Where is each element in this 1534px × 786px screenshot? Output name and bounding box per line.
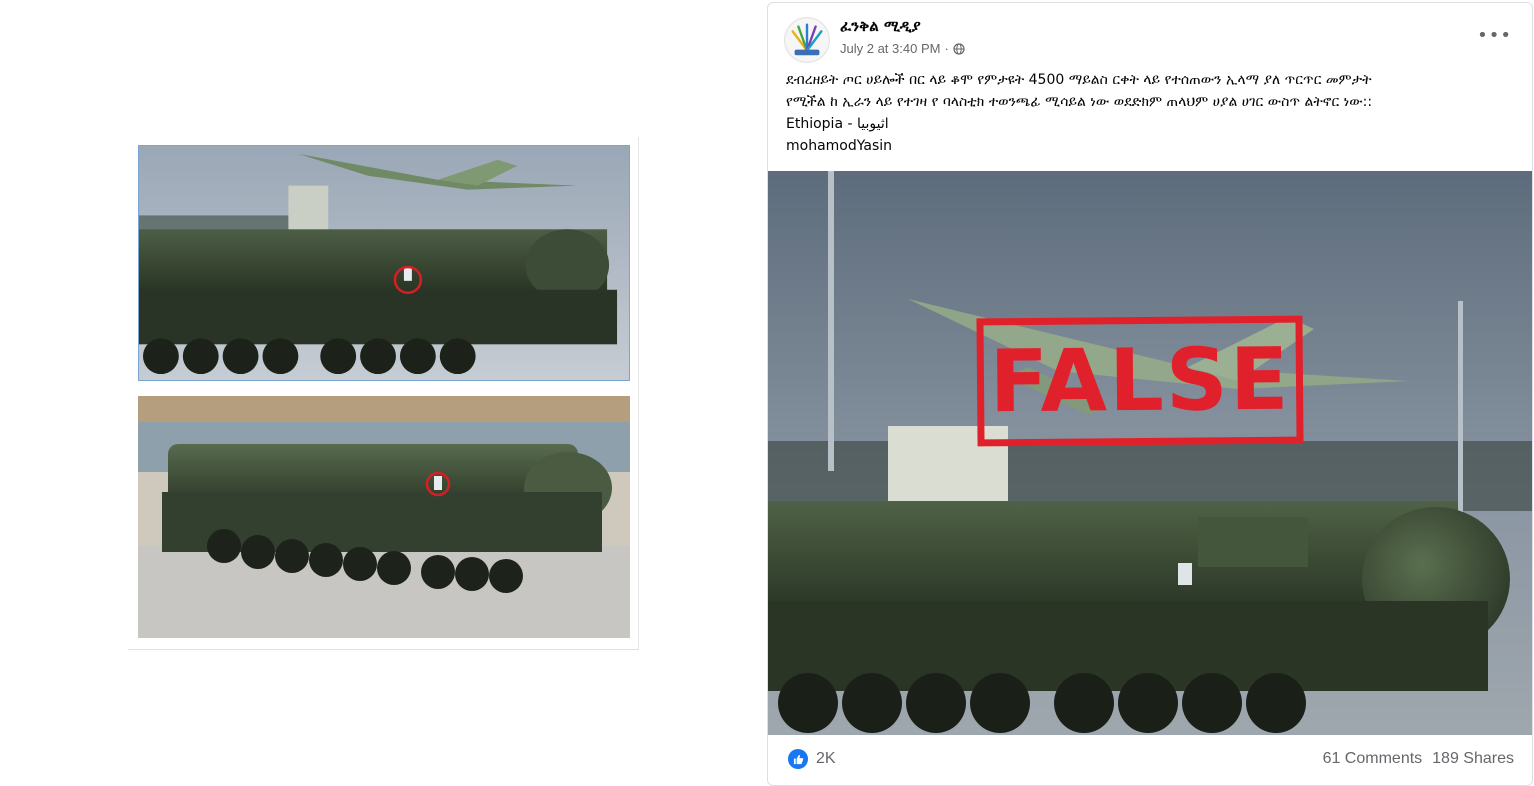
more-options-button[interactable]: •••: [1477, 25, 1512, 46]
post-text: ደብረዘይት ጦር ሀይሎች በር ላይ ቆሞ የምታዩት 4500 ማይልስ …: [786, 69, 1521, 157]
post-text-line: የሚችል ከ ኢራን ላይ የተገዛ የ ባላስቲክ ተወንጫፊ ሚሳይል ነው…: [786, 94, 1373, 110]
shares-count[interactable]: 189 Shares: [1432, 750, 1514, 768]
post-text-line: Ethiopia - اثيوبيا: [786, 116, 889, 132]
false-stamp: FALSE: [976, 315, 1304, 447]
engagement-counts: 61 Comments 189 Shares: [1323, 750, 1514, 768]
comparison-panel: [128, 137, 639, 650]
missile-launcher-photo: [768, 171, 1532, 735]
comments-count[interactable]: 61 Comments: [1323, 750, 1423, 768]
comparison-photo-parade-night: [138, 145, 630, 381]
post-header: ፈንቅል ሚዲያ July 2 at 3:40 PM · •••: [768, 3, 1532, 69]
post-image[interactable]: FALSE: [768, 171, 1532, 735]
post-text-line: ደብረዘይት ጦር ሀይሎች በር ላይ ቆሞ የምታዩት 4500 ማይልስ …: [786, 72, 1372, 88]
meta-separator: ·: [944, 41, 949, 56]
post-footer: 2K 61 Comments 189 Shares: [768, 743, 1532, 779]
post-meta: July 2 at 3:40 PM ·: [840, 41, 965, 56]
post-timestamp[interactable]: July 2 at 3:40 PM: [840, 41, 940, 56]
post-text-line: mohamodYasin: [786, 138, 893, 154]
facebook-post: ፈንቅል ሚዲያ July 2 at 3:40 PM · ••• ደብረዘይት …: [767, 2, 1533, 786]
globe-icon: [953, 42, 965, 55]
page-avatar[interactable]: [784, 17, 830, 63]
reaction-count[interactable]: 2K: [816, 750, 836, 768]
comparison-photo-parade-day: [138, 396, 630, 638]
page-name-link[interactable]: ፈንቅል ሚዲያ: [840, 17, 921, 35]
thumbs-up-icon[interactable]: [788, 749, 808, 769]
